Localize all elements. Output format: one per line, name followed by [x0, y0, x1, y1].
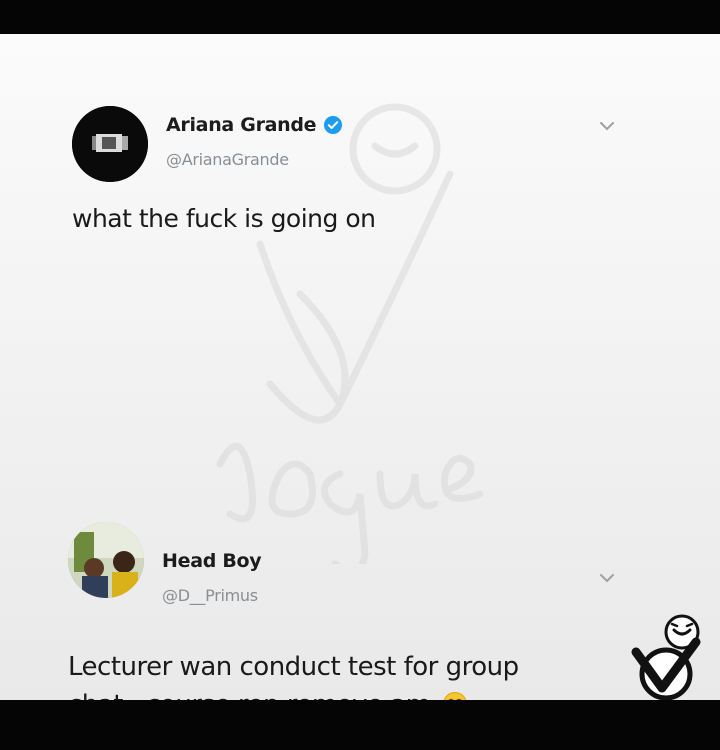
chevron-down-icon[interactable] — [598, 572, 616, 584]
tweet-text-block: Lecturer wan conduct test for group chat… — [68, 648, 628, 700]
display-name[interactable]: Ariana Grande — [166, 114, 317, 136]
screenshot-frame: Ariana Grande @ArianaGrande what the fuc… — [0, 0, 720, 750]
verified-badge-icon — [324, 116, 343, 134]
face-with-tears-of-joy-icon — [443, 692, 467, 700]
user-handle[interactable]: @D__Primus — [162, 586, 258, 605]
bottom-black-bar — [0, 700, 720, 750]
user-handle[interactable]: @ArianaGrande — [166, 150, 289, 169]
author-name-line: Head Boy — [162, 550, 262, 572]
avatar[interactable] — [72, 106, 148, 182]
avatar-image-icon — [68, 522, 144, 598]
avatar-image-icon — [72, 106, 148, 182]
display-name[interactable]: Head Boy — [162, 550, 262, 572]
avatar[interactable] — [68, 522, 144, 598]
chevron-down-icon[interactable] — [598, 120, 616, 132]
laughing-check-logo-icon — [631, 614, 701, 701]
tweet-text: what the fuck is going on — [72, 204, 376, 233]
tweet-screenshot: Ariana Grande @ArianaGrande what the fuc… — [0, 34, 720, 700]
top-black-bar — [0, 0, 720, 34]
author-name-line: Ariana Grande — [166, 114, 343, 136]
